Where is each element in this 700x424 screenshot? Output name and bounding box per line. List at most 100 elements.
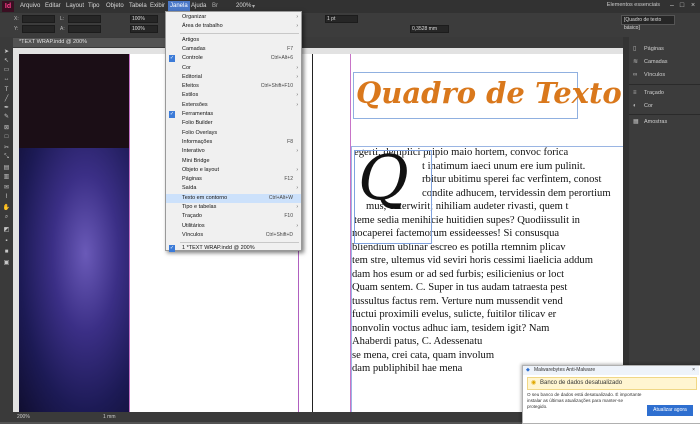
menu-tipo[interactable]: Tipo bbox=[88, 3, 99, 9]
panel-label: Cor bbox=[644, 103, 653, 109]
page-tool-icon[interactable]: ▭ bbox=[2, 67, 11, 74]
menu-item[interactable]: Artigos bbox=[166, 36, 301, 45]
menu-item[interactable]: Mini Bridge bbox=[166, 157, 301, 166]
menu-item[interactable]: Traçado F10 bbox=[166, 212, 301, 221]
panel-pages[interactable]: ▯ Páginas bbox=[633, 44, 664, 54]
bridge-icon[interactable]: Br bbox=[212, 3, 218, 9]
menu-item[interactable]: Cor › bbox=[166, 64, 301, 73]
menu-item[interactable]: Efeitos Ctrl+Shift+F10 bbox=[166, 82, 301, 91]
panel-swatches[interactable]: ▦ Amostras bbox=[633, 117, 667, 127]
pen-tool-icon[interactable]: ✒ bbox=[2, 105, 11, 112]
hand-tool-icon[interactable]: ✋ bbox=[2, 205, 11, 212]
menu-item-label: Tipo e tabelas bbox=[182, 204, 217, 210]
menu-item[interactable]: Camadas F7 bbox=[166, 45, 301, 54]
update-now-button[interactable]: Atualizar agora bbox=[647, 405, 693, 416]
panel-color[interactable]: ◐ Cor bbox=[633, 101, 653, 111]
menu-exibir[interactable]: Exibir bbox=[150, 3, 165, 9]
menu-objeto[interactable]: Objeto bbox=[106, 3, 124, 9]
pages-icon: ▯ bbox=[633, 45, 637, 52]
menu-item[interactable]: Folio Overlays bbox=[166, 129, 301, 138]
gradient-feather-tool-icon[interactable]: ▥ bbox=[2, 174, 11, 181]
menu-item[interactable]: Tipo e tabelas › bbox=[166, 203, 301, 212]
menu-item[interactable]: Interativo › bbox=[166, 147, 301, 156]
line-tool-icon[interactable]: ╱ bbox=[2, 96, 11, 103]
stroke-weight-field[interactable]: 1 pt bbox=[325, 15, 358, 23]
menu-item[interactable]: ✓ Ferramentas bbox=[166, 110, 301, 119]
maximize-icon[interactable]: □ bbox=[678, 2, 686, 10]
menu-item-label: Controle bbox=[182, 55, 203, 62]
fill-stroke-swatch-icon[interactable]: ◩ bbox=[2, 227, 11, 234]
links-icon: ∞ bbox=[633, 71, 638, 78]
menu-item[interactable]: Informações F8 bbox=[166, 138, 301, 147]
notification-title-bar: ◉ Banco de dados desatualizado bbox=[527, 377, 697, 390]
menu-item[interactable]: Organizar › bbox=[166, 13, 301, 22]
menu-item[interactable]: Editorial › bbox=[166, 73, 301, 82]
menu-item[interactable]: ✓ 1 *TEXT WRAP.indd @ 200% bbox=[166, 244, 301, 253]
menu-item[interactable]: Vínculos Ctrl+Shift+D bbox=[166, 231, 301, 240]
menu-item[interactable]: Estilos › bbox=[166, 91, 301, 100]
direct-selection-tool-icon[interactable]: ↖ bbox=[2, 58, 11, 65]
panel-stroke[interactable]: ≡ Traçado bbox=[633, 88, 664, 98]
menu-item-shortcut: F12 bbox=[284, 176, 293, 183]
minimize-icon[interactable]: – bbox=[668, 2, 676, 10]
gradient-tool-icon[interactable]: ▤ bbox=[2, 165, 11, 172]
menu-item[interactable]: Saída › bbox=[166, 184, 301, 193]
x-field[interactable] bbox=[22, 15, 55, 23]
zoom-tool-icon[interactable]: ⌕ bbox=[2, 214, 11, 221]
panel-links[interactable]: ∞ Vínculos bbox=[633, 70, 665, 80]
height-label: A: bbox=[60, 26, 65, 32]
free-transform-tool-icon[interactable]: ⤡ bbox=[2, 154, 11, 161]
offset-field[interactable]: 0,3528 mm bbox=[410, 25, 449, 33]
submenu-arrow-icon: › bbox=[296, 185, 298, 192]
rectangle-tool-icon[interactable]: □ bbox=[2, 134, 11, 141]
submenu-arrow-icon: › bbox=[296, 204, 298, 210]
menu-item[interactable]: Folio Builder bbox=[166, 119, 301, 128]
menu-item-shortcut: F8 bbox=[287, 138, 293, 145]
width-field[interactable] bbox=[68, 15, 101, 23]
note-tool-icon[interactable]: ✉ bbox=[2, 185, 11, 192]
selection-tool-icon[interactable]: ➤ bbox=[2, 49, 11, 56]
margin-guide bbox=[350, 54, 351, 412]
object-style-select[interactable]: [Quadro de texto básico] bbox=[621, 15, 675, 31]
eyedropper-tool-icon[interactable]: ⌇ bbox=[2, 194, 11, 201]
menu-tabela[interactable]: Tabela bbox=[129, 3, 147, 9]
menu-item-label: Artigos bbox=[182, 36, 200, 43]
close-icon[interactable]: × bbox=[689, 2, 697, 10]
menu-ajuda[interactable]: Ajuda bbox=[191, 3, 206, 9]
menu-item-label: Saída bbox=[182, 185, 197, 192]
zoom-select[interactable]: 200% bbox=[236, 3, 251, 9]
height-field[interactable] bbox=[68, 25, 101, 33]
menu-item[interactable]: Utilitários › bbox=[166, 222, 301, 231]
pencil-tool-icon[interactable]: ✎ bbox=[2, 114, 11, 121]
menu-item[interactable]: Extensões › bbox=[166, 101, 301, 110]
menu-item[interactable]: ✓ Controle Ctrl+Alt+6 bbox=[166, 54, 301, 63]
zoom-status[interactable]: 200% bbox=[17, 412, 30, 422]
formatting-container-icon[interactable]: ▪ bbox=[2, 238, 11, 245]
stroke-icon: ≡ bbox=[633, 89, 637, 96]
gap-tool-icon[interactable]: ↔ bbox=[2, 76, 11, 83]
menu-arquivo[interactable]: Arquivo bbox=[20, 3, 40, 9]
scale-y-field[interactable]: 100% bbox=[130, 25, 158, 33]
apply-color-icon[interactable]: ■ bbox=[2, 249, 11, 256]
scale-x-field[interactable]: 100% bbox=[130, 15, 158, 23]
menu-item[interactable]: Texto em contorno Ctrl+Alt+W bbox=[166, 193, 301, 203]
scissors-tool-icon[interactable]: ✂ bbox=[2, 145, 11, 152]
menu-item[interactable]: Páginas F12 bbox=[166, 175, 301, 184]
menu-item[interactable]: Objeto e layout › bbox=[166, 166, 301, 175]
drop-cap-letter[interactable]: Q bbox=[358, 143, 409, 213]
workspace-switcher[interactable]: Elementos essenciais bbox=[607, 2, 660, 8]
y-field[interactable] bbox=[22, 25, 55, 33]
type-tool-icon[interactable]: T bbox=[2, 87, 11, 94]
menu-item[interactable]: Área de trabalho › bbox=[166, 22, 301, 31]
rectangle-frame-tool-icon[interactable]: ⊠ bbox=[2, 125, 11, 132]
panel-layers[interactable]: ≋ Camadas bbox=[633, 57, 668, 67]
menu-editar[interactable]: Editar bbox=[45, 3, 61, 9]
dark-image-frame[interactable] bbox=[19, 54, 130, 148]
notification-close-icon[interactable]: × bbox=[692, 366, 695, 375]
galaxy-image-frame[interactable] bbox=[19, 148, 130, 412]
page-title[interactable]: Quadro de Texto bbox=[356, 76, 622, 110]
menu-layout[interactable]: Layout bbox=[66, 3, 84, 9]
screen-mode-icon[interactable]: ▣ bbox=[2, 260, 11, 267]
x-label: X: bbox=[14, 16, 19, 22]
document-tab[interactable]: *TEXT WRAP.indd @ 200% bbox=[13, 38, 169, 47]
